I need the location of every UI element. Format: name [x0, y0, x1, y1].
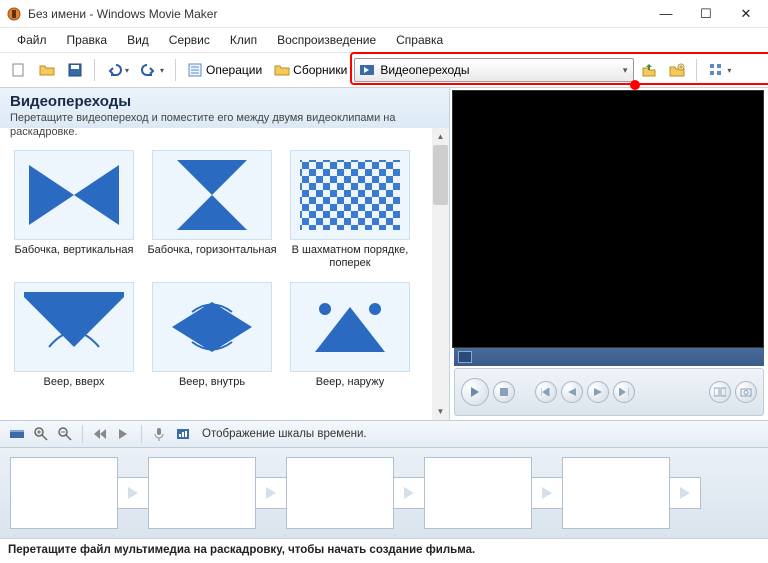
menu-file[interactable]: Файл — [8, 30, 56, 50]
timeline-rewind-button[interactable] — [89, 423, 111, 445]
preview-status-bar — [454, 348, 764, 366]
player-controls — [454, 368, 764, 416]
butterfly-horizontal-icon — [157, 155, 267, 235]
undo-button[interactable]: ▾ — [101, 57, 134, 83]
transitions-icon — [359, 62, 375, 78]
open-button[interactable] — [34, 57, 60, 83]
status-text: Перетащите файл мультимедиа на раскадров… — [8, 544, 475, 556]
save-button[interactable] — [62, 57, 88, 83]
storyboard-transition-slot[interactable] — [117, 477, 149, 509]
butterfly-vertical-icon — [19, 155, 129, 235]
timeline-play-button[interactable] — [113, 423, 135, 445]
redo-button[interactable]: ▾ — [136, 57, 169, 83]
preview-pane — [450, 88, 768, 420]
preview-monitor — [452, 90, 764, 348]
menu-clip[interactable]: Клип — [221, 30, 266, 50]
storyboard-slot[interactable] — [562, 457, 670, 529]
next-frame-button[interactable] — [587, 381, 609, 403]
transition-label: Веер, вверх — [44, 376, 105, 402]
scroll-up-button[interactable]: ▲ — [432, 128, 449, 145]
title-bar: Без имени - Windows Movie Maker — ☐ ✕ — [0, 0, 768, 28]
storyboard-slot[interactable] — [286, 457, 394, 529]
new-project-button[interactable] — [6, 57, 32, 83]
split-button[interactable] — [709, 381, 731, 403]
vertical-scrollbar[interactable]: ▲ ▼ — [432, 128, 449, 420]
transition-item[interactable]: Бабочка, вертикальная — [8, 150, 140, 278]
transition-item[interactable]: Веер, вверх — [8, 282, 140, 410]
transition-item[interactable]: Бабочка, горизонтальная — [146, 150, 278, 278]
collection-combo[interactable]: Видеопереходы ▾ — [354, 58, 634, 82]
chevron-down-icon: ▾ — [623, 65, 628, 76]
window-controls: — ☐ ✕ — [646, 1, 766, 27]
menu-edit[interactable]: Правка — [58, 30, 117, 50]
menu-play[interactable]: Воспроизведение — [268, 30, 385, 50]
transitions-grid: Бабочка, вертикальная Бабочка, горизонта… — [0, 142, 449, 410]
scroll-down-button[interactable]: ▼ — [432, 403, 449, 420]
audio-levels-button[interactable] — [172, 423, 194, 445]
storyboard-transition-slot[interactable] — [255, 477, 287, 509]
storyboard[interactable] — [0, 448, 768, 538]
panel-title: Видеопереходы — [10, 93, 439, 110]
menu-help[interactable]: Справка — [387, 30, 452, 50]
snapshot-button[interactable] — [735, 381, 757, 403]
timeline-view-button[interactable] — [6, 423, 28, 445]
fan-up-icon — [19, 287, 129, 367]
checkerboard-icon — [295, 155, 405, 235]
storyboard-transition-slot[interactable] — [669, 477, 701, 509]
tasks-button[interactable]: Операции — [182, 57, 267, 83]
storyboard-transition-slot[interactable] — [531, 477, 563, 509]
up-level-button[interactable] — [636, 57, 662, 83]
collection-combo-wrap: Видеопереходы ▾ — [354, 58, 634, 82]
timeline-toolbar-label: Отображение шкалы времени. — [202, 428, 367, 440]
collections-label: Сборники — [293, 63, 347, 77]
storyboard-slot[interactable] — [424, 457, 532, 529]
menu-tools[interactable]: Сервис — [160, 30, 219, 50]
window-title: Без имени - Windows Movie Maker — [28, 7, 646, 21]
play-button[interactable] — [461, 378, 489, 406]
menu-view[interactable]: Вид — [118, 30, 158, 50]
transition-item[interactable]: Веер, наружу — [284, 282, 416, 410]
transition-label: Бабочка, вертикальная — [15, 244, 134, 270]
rewind-start-button[interactable] — [535, 381, 557, 403]
toolbar: ▾ ▾ Операции Сборники Видеопереходы ▾ ▾ — [0, 52, 768, 88]
transition-label: Веер, наружу — [316, 376, 385, 402]
tasks-label: Операции — [206, 63, 262, 77]
menu-bar: Файл Правка Вид Сервис Клип Воспроизведе… — [0, 28, 768, 52]
transition-item[interactable]: В шахматном порядке, поперек — [284, 150, 416, 278]
transition-label: Веер, внутрь — [179, 376, 245, 402]
scroll-thumb[interactable] — [433, 145, 448, 205]
timeline-toolbar: Отображение шкалы времени. — [0, 420, 768, 448]
storyboard-slot[interactable] — [10, 457, 118, 529]
maximize-button[interactable]: ☐ — [686, 1, 726, 27]
prev-frame-button[interactable] — [561, 381, 583, 403]
status-bar: Перетащите файл мультимедиа на раскадров… — [0, 538, 768, 560]
storyboard-transition-slot[interactable] — [393, 477, 425, 509]
fan-out-icon — [295, 287, 405, 367]
new-folder-button[interactable] — [664, 57, 690, 83]
transition-label: Бабочка, горизонтальная — [147, 244, 276, 270]
app-icon — [6, 6, 22, 22]
storyboard-slot[interactable] — [148, 457, 256, 529]
transition-label: В шахматном порядке, поперек — [284, 244, 416, 270]
transition-item[interactable]: Веер, внутрь — [146, 282, 278, 410]
main-area: Видеопереходы Перетащите видеопереход и … — [0, 88, 768, 420]
zoom-in-button[interactable] — [30, 423, 52, 445]
close-button[interactable]: ✕ — [726, 1, 766, 27]
collection-combo-value: Видеопереходы — [380, 63, 469, 77]
zoom-out-button[interactable] — [54, 423, 76, 445]
view-mode-button[interactable]: ▾ — [703, 57, 736, 83]
panel-hint: Перетащите видеопереход и поместите его … — [10, 112, 439, 140]
stop-button[interactable] — [493, 381, 515, 403]
fan-in-icon — [157, 287, 267, 367]
minimize-button[interactable]: — — [646, 1, 686, 27]
preview-frame-icon — [458, 351, 472, 363]
collections-pane: Видеопереходы Перетащите видеопереход и … — [0, 88, 450, 420]
forward-end-button[interactable] — [613, 381, 635, 403]
narrate-button[interactable] — [148, 423, 170, 445]
collections-button[interactable]: Сборники — [269, 57, 352, 83]
